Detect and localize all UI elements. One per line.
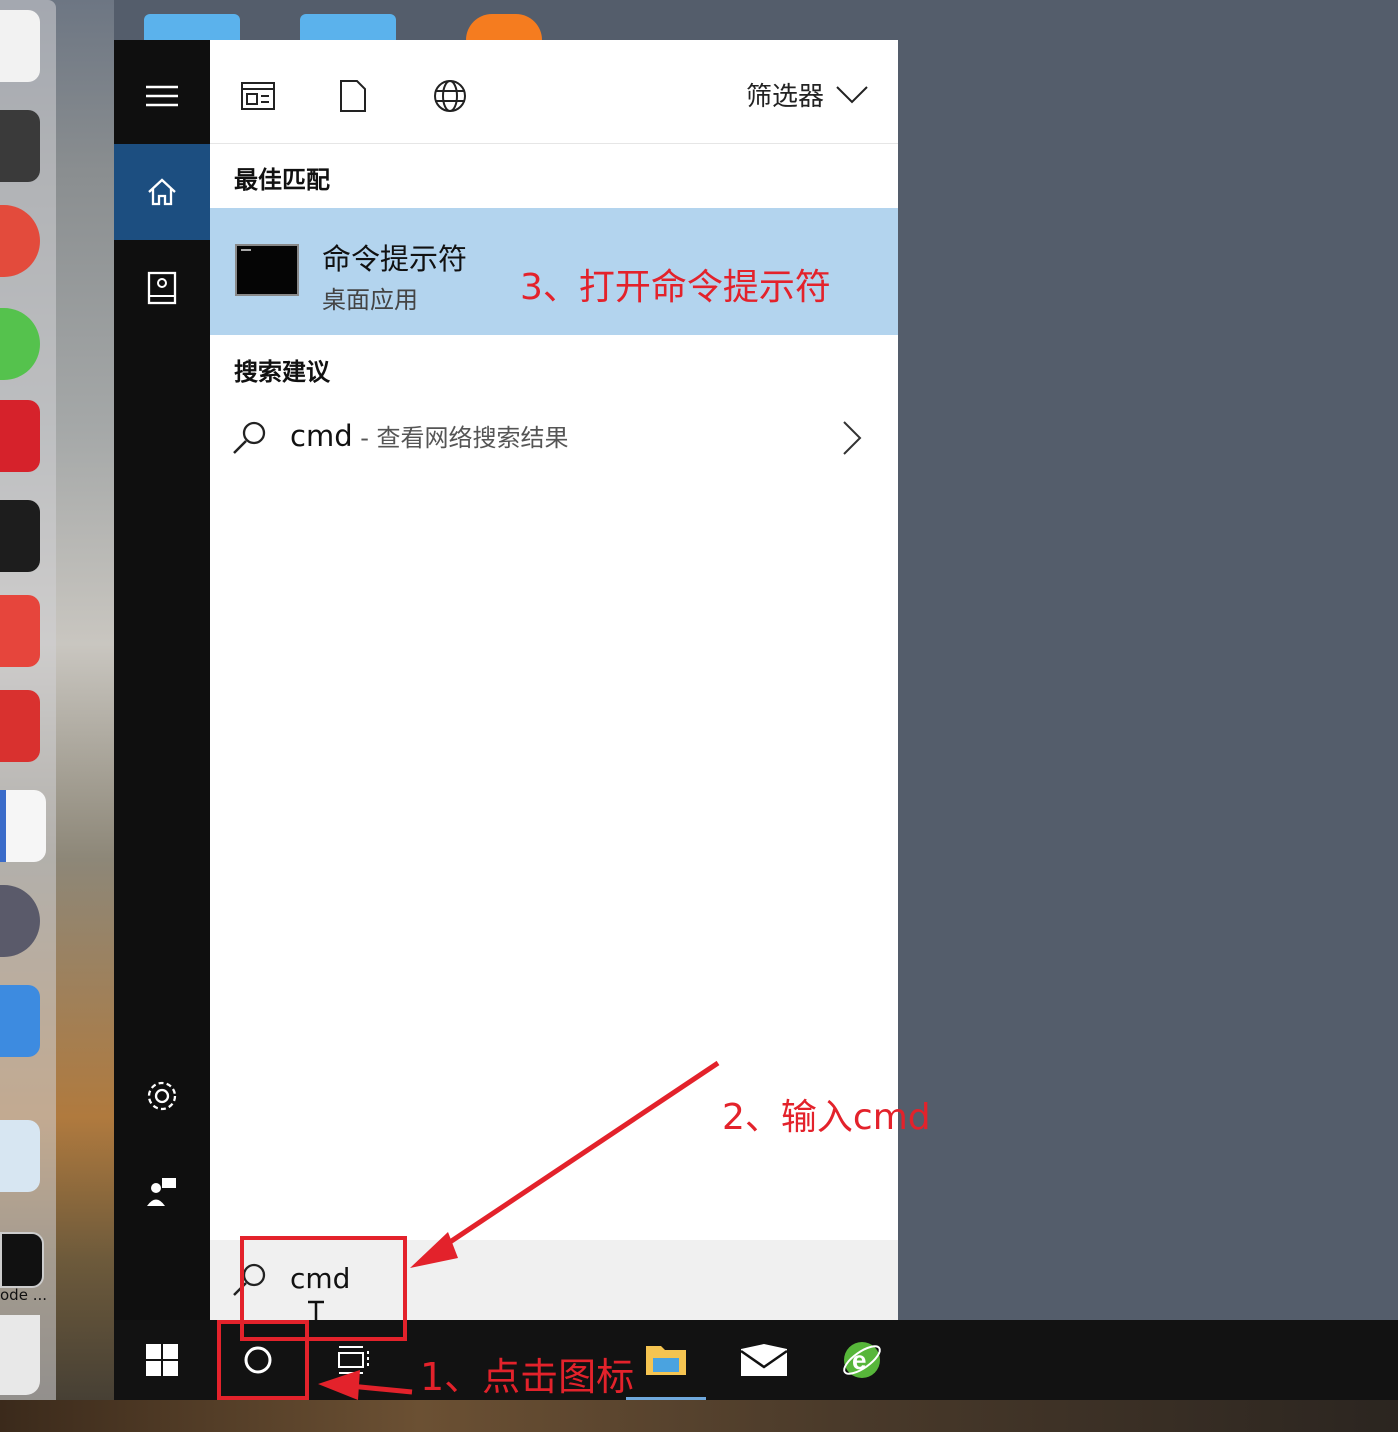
annotation-step1: 1、点击图标 bbox=[420, 1355, 635, 1399]
annotation-arrows bbox=[318, 1060, 720, 1400]
annotation-step2: 2、输入cmd bbox=[722, 1097, 931, 1138]
